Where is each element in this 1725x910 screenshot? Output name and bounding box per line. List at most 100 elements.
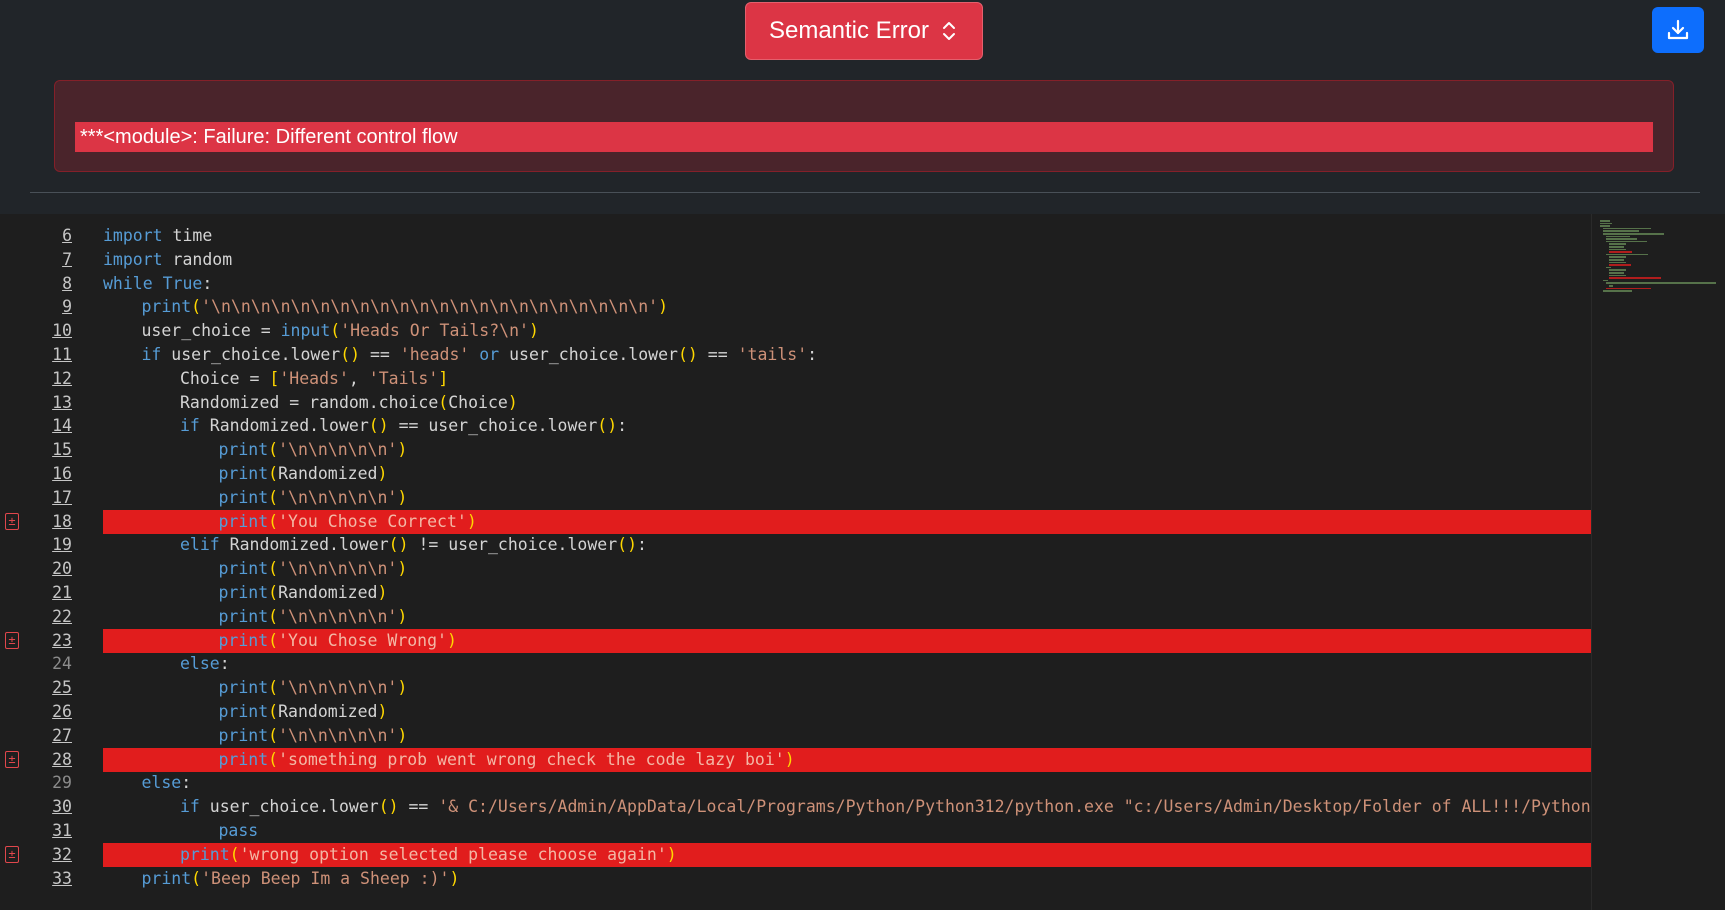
download-icon	[1667, 19, 1689, 40]
code-line[interactable]: 16 print(Randomized)	[0, 462, 1591, 486]
code-line[interactable]: 24 else:	[0, 652, 1591, 676]
code-token: (	[268, 749, 279, 769]
line-code: Randomized = random.choice(Choice)	[180, 391, 518, 415]
code-line[interactable]: 10 user_choice = input('Heads Or Tails?\n…	[0, 319, 1591, 343]
line-number[interactable]: 31	[0, 819, 72, 843]
code-line[interactable]: 17 print('\n\n\n\n\n')	[0, 486, 1591, 510]
line-number[interactable]: 26	[0, 700, 72, 724]
line-code: elif Randomized.lower() != user_choice.l…	[180, 533, 647, 557]
code-token: print	[218, 725, 269, 745]
code-line[interactable]: 27 print('\n\n\n\n\n')	[0, 724, 1591, 748]
line-number[interactable]: 32	[0, 843, 72, 867]
minimap-line	[1600, 225, 1610, 227]
code-line[interactable]: 11 if user_choice.lower() == 'heads' or u…	[0, 343, 1591, 367]
code-line[interactable]: 9 print('\n\n\n\n\n\n\n\n\n\n\n\n\n\n\n\n…	[0, 295, 1591, 319]
code-token: (	[191, 297, 202, 317]
line-number: 24	[52, 654, 72, 674]
code-line[interactable]: 14 if Randomized.lower() == user_choice.l…	[0, 414, 1591, 438]
code-token: (	[268, 487, 279, 507]
line-code: import time	[103, 224, 212, 248]
code-token: time	[162, 226, 213, 245]
line-number[interactable]: 18	[0, 510, 72, 534]
line-number[interactable]: 33	[0, 867, 72, 891]
code-token: :	[181, 773, 192, 793]
minimap-line	[1609, 274, 1627, 277]
code-token: Randomized.lower	[219, 535, 389, 555]
line-number[interactable]: 15	[0, 438, 72, 462]
minimap-line	[1606, 287, 1651, 290]
line-code: print('\n\n\n\n\n\n\n\n\n\n\n\n\n\n\n\n\…	[142, 295, 669, 319]
line-number[interactable]: 19	[0, 533, 72, 557]
code-token: (	[268, 725, 279, 745]
code-token: )	[466, 511, 477, 531]
code-line[interactable]: 21 print(Randomized)	[0, 581, 1591, 605]
code-area[interactable]: 6 import time 7 import random 8 while True: 9 p…	[0, 214, 1591, 910]
code-line[interactable]: 6 import time	[0, 224, 1591, 248]
line-number[interactable]: 8	[0, 272, 72, 296]
line-number[interactable]: 9	[0, 295, 72, 319]
line-number[interactable]: 21	[0, 581, 72, 605]
minimap-line	[1609, 243, 1627, 245]
line-number[interactable]: 6	[0, 224, 72, 248]
code-token: print	[218, 583, 269, 602]
code-token: user_choice.lower	[199, 797, 379, 817]
code-token: random	[162, 249, 233, 269]
code-line[interactable]: 19 elif Randomized.lower() != user_choice…	[0, 533, 1591, 557]
code-editor[interactable]: 6 import time 7 import random 8 while True: 9 p…	[0, 214, 1725, 910]
code-line[interactable]: 8 while True:	[0, 272, 1591, 296]
line-number[interactable]: 14	[0, 414, 72, 438]
code-token: print	[141, 297, 192, 317]
code-token: )	[447, 630, 457, 650]
code-line[interactable]: 33 print('Beep Beep Im a Sheep :)')	[0, 867, 1591, 891]
line-number[interactable]: 25	[0, 676, 72, 700]
code-line[interactable]: ±32 print('wrong option selected please c…	[0, 842, 1591, 867]
code-line[interactable]: 26 print(Randomized)	[0, 700, 1591, 724]
code-line[interactable]: 22 print('\n\n\n\n\n')	[0, 605, 1591, 629]
line-number[interactable]: 13	[0, 391, 72, 415]
code-line[interactable]: ±23 print('You Chose Wrong')	[0, 628, 1591, 653]
code-line[interactable]: 7 import random	[0, 248, 1591, 272]
code-token: user_choice.lower	[161, 345, 341, 364]
line-number[interactable]: 20	[0, 557, 72, 581]
line-number[interactable]: 27	[0, 724, 72, 748]
line-code: while True:	[103, 272, 212, 296]
code-line[interactable]: 29 else:	[0, 771, 1591, 795]
code-token: )	[397, 725, 408, 745]
code-line[interactable]: 31 pass	[0, 819, 1591, 843]
minimap-line	[1606, 266, 1611, 269]
code-token: if	[180, 797, 200, 817]
code-line[interactable]: ±28 print('something prob went wrong chec…	[0, 747, 1591, 772]
line-number[interactable]: 23	[0, 629, 72, 653]
code-line[interactable]: ±18 print('You Chose Correct')	[0, 509, 1591, 534]
code-token: 'Beep Beep Im a Sheep :)'	[201, 868, 450, 888]
line-code: user_choice = input('Heads Or Tails?\n')	[142, 319, 539, 343]
code-token: )	[507, 392, 518, 412]
code-line[interactable]: 20 print('\n\n\n\n\n')	[0, 557, 1591, 581]
line-number[interactable]: 12	[0, 367, 72, 391]
minimap[interactable]	[1591, 214, 1725, 910]
line-number[interactable]: 7	[0, 248, 72, 272]
code-line[interactable]: 13 Randomized = random.choice(Choice)	[0, 391, 1591, 415]
code-token: print	[218, 440, 269, 460]
code-token: )	[397, 678, 408, 698]
code-token: pass	[218, 821, 259, 840]
line-number[interactable]: 10	[0, 319, 72, 343]
download-button[interactable]	[1652, 7, 1704, 53]
code-token: ,	[348, 368, 369, 388]
code-token: )	[666, 844, 677, 864]
line-number[interactable]: 22	[0, 605, 72, 629]
code-line[interactable]: 25 print('\n\n\n\n\n')	[0, 676, 1591, 700]
code-line[interactable]: 12 Choice = ['Heads', 'Tails']	[0, 367, 1591, 391]
error-alert: ***<module>: Failure: Different control …	[54, 80, 1674, 172]
code-line[interactable]: 30 if user_choice.lower() == '& C:/Users/…	[0, 795, 1591, 819]
line-number[interactable]: 11	[0, 343, 72, 367]
line-number[interactable]: 16	[0, 462, 72, 486]
line-number[interactable]: 30	[0, 795, 72, 819]
line-code: if user_choice.lower() == 'heads' or use…	[142, 343, 818, 367]
code-line[interactable]: 15 print('\n\n\n\n\n')	[0, 438, 1591, 462]
line-number[interactable]: 28	[0, 748, 72, 772]
code-token: )	[784, 749, 795, 769]
error-type-selector[interactable]: Semantic Error	[745, 2, 983, 60]
line-number[interactable]: 17	[0, 486, 72, 510]
line-code: print('\n\n\n\n\n')	[219, 676, 408, 700]
